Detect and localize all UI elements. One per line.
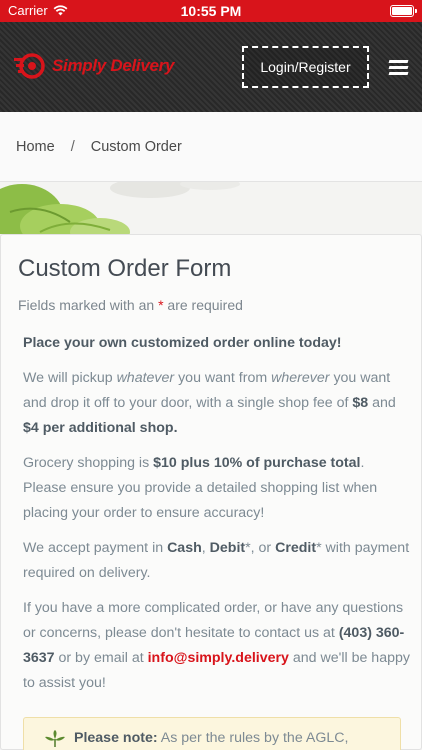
site-header: Simply Delivery Login/Register	[0, 22, 422, 112]
pricing-paragraph: We will pickup whatever you want from wh…	[23, 370, 396, 436]
payment-paragraph: We accept payment in Cash, Debit*, or Cr…	[23, 540, 410, 581]
banner-image	[0, 182, 422, 234]
breadcrumb-home-link[interactable]: Home	[16, 139, 55, 155]
email-link[interactable]: info@simply.delivery	[148, 650, 289, 666]
custom-order-card: Custom Order Form Fields marked with an …	[0, 234, 422, 750]
aglc-notice: Please note: As per the rules by the AGL…	[23, 717, 401, 750]
notice-text: Please note: As per the rules by the AGL…	[74, 730, 349, 746]
breadcrumb: Home / Custom Order	[0, 112, 422, 182]
page-title: Custom Order Form	[18, 255, 232, 282]
logo-icon	[14, 53, 45, 79]
battery-icon	[390, 5, 417, 17]
lettuce-image	[0, 182, 422, 234]
contact-paragraph: If you have a more complicated order, or…	[23, 600, 410, 691]
breadcrumb-current: Custom Order	[90, 138, 182, 155]
breadcrumb-separator: /	[70, 138, 75, 155]
hamburger-menu-icon[interactable]	[388, 60, 409, 76]
login-register-button[interactable]: Login/Register	[242, 46, 369, 88]
required-fields-note: Fields marked with an * are required	[18, 297, 243, 313]
intro-lead: Place your own customized order online t…	[23, 335, 342, 351]
form-intro: Place your own customized order online t…	[23, 331, 411, 706]
brand-name: Simply Delivery	[52, 56, 175, 75]
brand-logo[interactable]: Simply Delivery	[14, 52, 174, 80]
status-bar: Carrier 10:55 PM	[0, 0, 422, 22]
grocery-paragraph: Grocery shopping is $10 plus 10% of purc…	[23, 455, 378, 521]
leaf-icon	[45, 730, 65, 747]
clock: 10:55 PM	[180, 3, 242, 19]
